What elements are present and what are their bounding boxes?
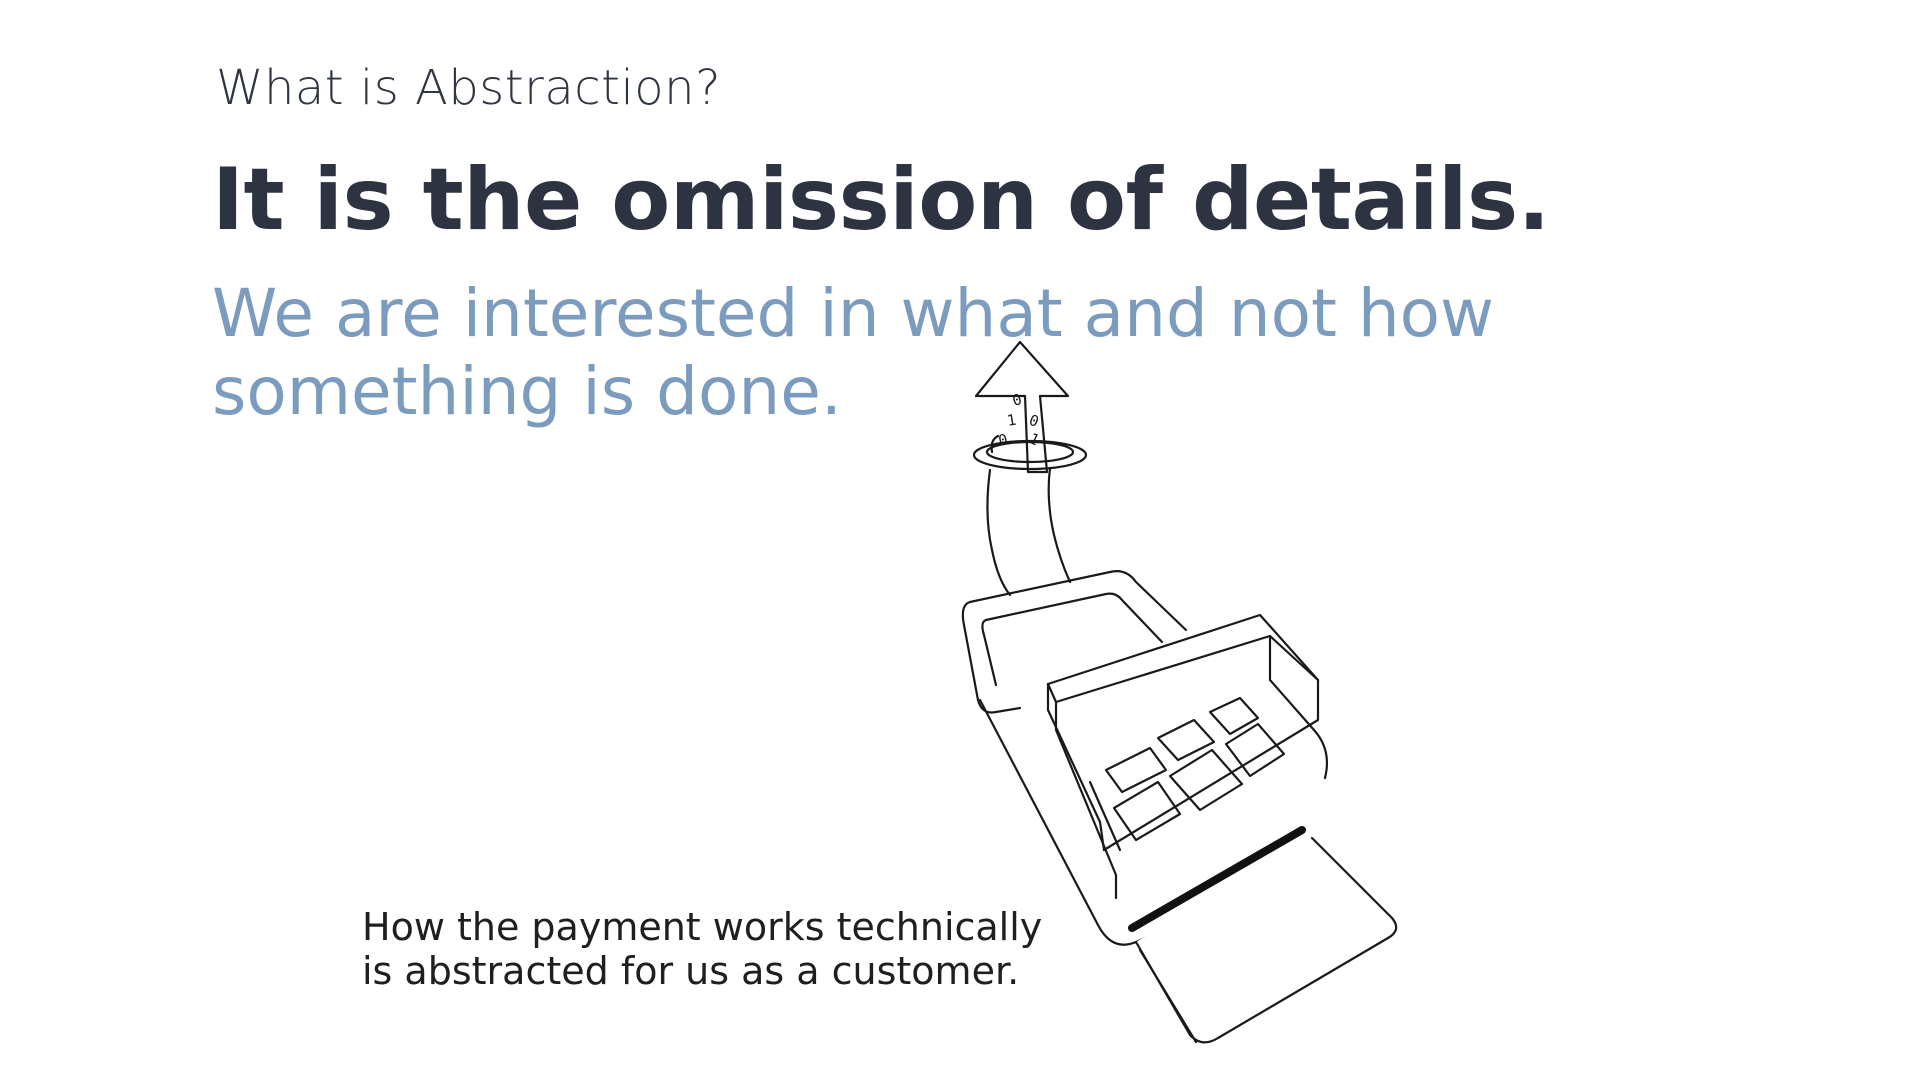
slide-headline: It is the omission of details. — [212, 150, 1550, 250]
slide-eyebrow: What is Abstraction? — [216, 60, 722, 116]
card — [1134, 836, 1398, 1044]
binary-digit: 0 — [996, 430, 1009, 450]
binary-digit: 1 — [1006, 411, 1018, 430]
slide-caption: How the payment works technically is abs… — [362, 905, 1043, 993]
